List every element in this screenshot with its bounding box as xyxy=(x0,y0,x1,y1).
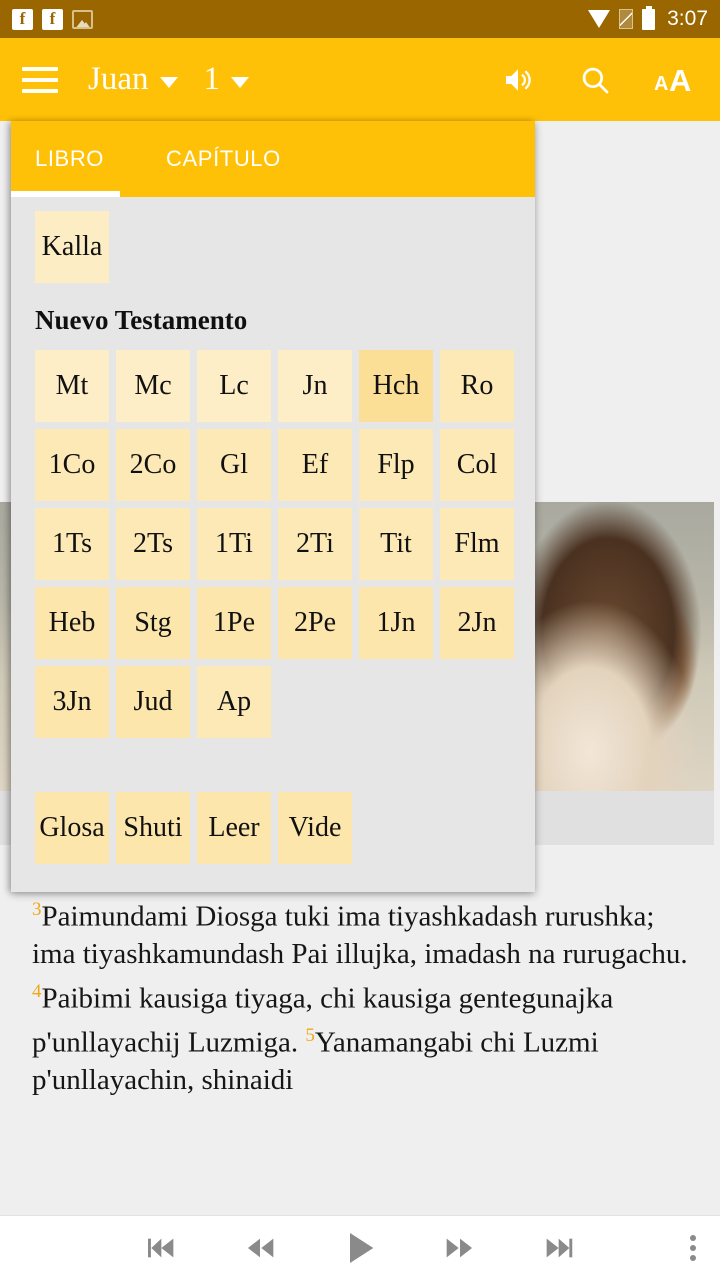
book-tile[interactable]: Jud xyxy=(116,666,190,738)
picker-panel-body: Kalla Nuevo Testamento Mt Mc Lc Jn Hch R… xyxy=(11,197,535,892)
verse-number: 5 xyxy=(305,1025,315,1047)
book-tile[interactable]: 2Ts xyxy=(116,508,190,580)
play-icon[interactable] xyxy=(340,1228,380,1268)
picker-tab-bar: LIBRO CAPÍTULO xyxy=(11,121,535,197)
verse-number: 3 xyxy=(32,899,42,920)
chapter-selector-label[interactable]: 1 xyxy=(204,61,221,98)
scripture-body: 3Paimundami Diosga tuki ima tiyashkadash… xyxy=(0,891,714,1099)
book-tile-selected[interactable]: Hch xyxy=(359,350,433,422)
book-tile[interactable]: 1Jn xyxy=(359,587,433,659)
facebook-icon: f xyxy=(42,8,63,30)
svg-text:A: A xyxy=(669,63,691,97)
wifi-icon xyxy=(588,9,611,28)
book-tile[interactable]: 2Jn xyxy=(440,587,514,659)
status-bar-clock: 3:07 xyxy=(667,7,708,30)
book-tile[interactable]: 1Ti xyxy=(197,508,271,580)
chevron-down-icon[interactable] xyxy=(159,77,178,88)
book-grid: Mt Mc Lc Jn Hch Ro 1Co 2Co Gl Ef Flp Col… xyxy=(11,336,535,738)
chevron-down-icon[interactable] xyxy=(231,77,249,88)
testament-shortcut-row: Kalla xyxy=(11,197,535,283)
book-tile[interactable]: Jn xyxy=(278,350,352,422)
book-tile[interactable]: Ap xyxy=(197,666,271,738)
testament-shortcut-kalla[interactable]: Kalla xyxy=(35,211,109,283)
status-bar-left-icons: f f xyxy=(12,8,93,30)
app-bar-actions: A A xyxy=(500,63,698,97)
audio-speaker-icon[interactable] xyxy=(500,64,536,96)
book-tile[interactable]: 3Jn xyxy=(35,666,109,738)
book-tile[interactable]: Mc xyxy=(116,350,190,422)
footer-button-vide[interactable]: Vide xyxy=(278,792,352,864)
image-icon xyxy=(72,9,93,29)
book-tile[interactable]: Flm xyxy=(440,508,514,580)
book-tile[interactable]: Heb xyxy=(35,587,109,659)
facebook-icon: f xyxy=(12,8,33,30)
book-tile[interactable]: 1Pe xyxy=(197,587,271,659)
book-tile[interactable]: 1Ts xyxy=(35,508,109,580)
font-size-icon[interactable]: A A xyxy=(654,63,698,97)
skip-to-start-icon[interactable] xyxy=(140,1232,180,1264)
book-tile[interactable]: Mt xyxy=(35,350,109,422)
audio-player-bar xyxy=(0,1215,720,1280)
picker-footer-buttons: Glosa Shuti Leer Vide xyxy=(35,792,352,864)
battery-icon xyxy=(642,5,656,30)
fast-forward-icon[interactable] xyxy=(440,1232,480,1264)
tab-libro[interactable]: LIBRO xyxy=(35,146,104,172)
book-tile[interactable]: Gl xyxy=(197,429,271,501)
book-tile[interactable]: 2Ti xyxy=(278,508,352,580)
book-tile[interactable]: 1Co xyxy=(35,429,109,501)
book-selector-label[interactable]: Juan xyxy=(88,61,149,98)
status-bar: f f 3:07 xyxy=(0,0,720,38)
book-tile[interactable]: Flp xyxy=(359,429,433,501)
verse-text: Paimundami Diosga tuki ima tiyashkadash … xyxy=(32,900,688,970)
hamburger-menu-icon[interactable] xyxy=(22,66,58,93)
tab-capitulo[interactable]: CAPÍTULO xyxy=(166,146,281,172)
book-tile[interactable]: Ef xyxy=(278,429,352,501)
status-bar-right-icons: 3:07 xyxy=(588,5,708,31)
footer-button-shuti[interactable]: Shuti xyxy=(116,792,190,864)
svg-text:A: A xyxy=(654,73,668,95)
book-tile[interactable]: Tit xyxy=(359,508,433,580)
book-chapter-picker-panel: LIBRO CAPÍTULO Kalla Nuevo Testamento Mt… xyxy=(11,121,535,892)
book-tile[interactable]: Lc xyxy=(197,350,271,422)
footer-button-leer[interactable]: Leer xyxy=(197,792,271,864)
book-tile[interactable]: Col xyxy=(440,429,514,501)
book-tile[interactable]: Stg xyxy=(116,587,190,659)
sim-card-icon xyxy=(619,9,634,29)
footer-button-glosa[interactable]: Glosa xyxy=(35,792,109,864)
verse-number: 4 xyxy=(32,980,42,1002)
rewind-icon[interactable] xyxy=(240,1232,280,1264)
search-icon[interactable] xyxy=(578,63,612,97)
book-tile[interactable]: 2Co xyxy=(116,429,190,501)
section-title-nuevo-testamento: Nuevo Testamento xyxy=(35,305,248,335)
book-tile[interactable]: Ro xyxy=(440,350,514,422)
book-tile[interactable]: 2Pe xyxy=(278,587,352,659)
skip-to-end-icon[interactable] xyxy=(540,1232,580,1264)
app-bar: Juan 1 A A xyxy=(0,38,720,121)
overflow-menu-icon[interactable] xyxy=(690,1235,696,1261)
